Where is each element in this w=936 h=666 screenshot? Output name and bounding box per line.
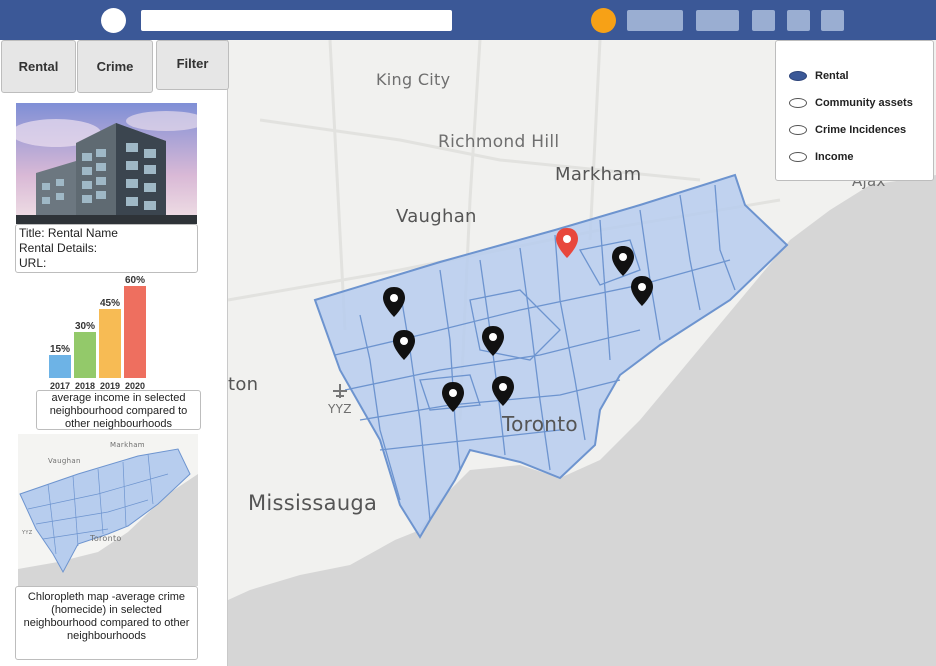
logo-icon[interactable] (101, 8, 126, 33)
legend-label: Crime Incidences (815, 124, 907, 136)
rental-info-box: Title: Rental Name Rental Details: URL: (15, 224, 198, 273)
value-label-2019: 45% (100, 298, 120, 309)
legend-item-community-assets[interactable]: Community assets (789, 95, 913, 111)
tab-label: Rental (18, 59, 59, 74)
airport-icon (333, 384, 347, 398)
bar-2018 (74, 332, 96, 378)
crime-map-caption: Chloropleth map -average crime (homecide… (15, 586, 198, 660)
rental-photo (16, 103, 197, 224)
nav-button-4[interactable] (787, 10, 810, 31)
tab-label: Filter (176, 56, 209, 71)
mini-label-markham: Markham (110, 441, 145, 449)
tab-label: Crime (96, 59, 134, 74)
nav-button-2[interactable] (696, 10, 739, 31)
map-label-vaughan: Vaughan (396, 206, 477, 227)
top-bar (0, 0, 936, 40)
value-label-2017: 15% (50, 344, 70, 355)
radio-crime-incidences[interactable] (789, 125, 807, 135)
radio-rental[interactable] (789, 71, 807, 81)
search-input[interactable] (141, 10, 452, 31)
radio-community-assets[interactable] (789, 98, 807, 108)
bar-2017 (49, 355, 71, 378)
legend-label: Income (815, 151, 854, 163)
app-window: King City Richmond Hill Markham Vaughan … (0, 0, 936, 666)
tab-rental[interactable]: Rental (1, 40, 76, 93)
legend-item-income[interactable]: Income (789, 149, 854, 165)
left-panel: Rental Crime Filter Title: Rental Name R… (0, 40, 229, 666)
map-label-markham: Markham (555, 164, 642, 185)
map-label-king-city: King City (376, 70, 451, 89)
rental-details: Rental Details: (19, 241, 98, 255)
map-label-mississauga: Mississauga (248, 491, 378, 515)
value-label-2020: 60% (125, 275, 145, 286)
map-label-richmond-hill: Richmond Hill (438, 132, 560, 152)
layer-legend: Rental Community assets Crime Incidences… (775, 40, 934, 181)
map-label-toronto: Toronto (502, 412, 578, 436)
nav-button-3[interactable] (752, 10, 775, 31)
radio-income[interactable] (789, 152, 807, 162)
rental-title: Title: Rental Name (19, 226, 118, 240)
value-label-2018: 30% (75, 321, 95, 332)
bar-2020 (124, 286, 146, 378)
mini-label-vaughan: Vaughan (48, 457, 81, 465)
nav-button-1[interactable] (627, 10, 683, 31)
crime-choropleth-thumbnail: Vaughan Markham Toronto YYZ (18, 434, 198, 586)
rental-url[interactable]: URL: (19, 256, 194, 271)
legend-item-crime-incidences[interactable]: Crime Incidences (789, 122, 906, 138)
map-label-airport: YYZ (328, 402, 352, 416)
map-label-brampton-fragment: ton (228, 374, 259, 395)
tab-filter[interactable]: Filter (156, 40, 229, 90)
mini-label-toronto: Toronto (90, 534, 122, 543)
legend-label: Rental (815, 70, 849, 82)
legend-item-rental[interactable]: Rental (789, 68, 849, 84)
income-chart-caption: average income in selected neighbourhood… (36, 390, 201, 430)
avatar[interactable] (591, 8, 616, 33)
income-bar-chart: 15%201730%201845%201960%2020 (49, 275, 146, 391)
mini-label-airport: YYZ (22, 530, 33, 536)
tab-crime[interactable]: Crime (77, 40, 153, 93)
legend-label: Community assets (815, 97, 913, 109)
nav-button-5[interactable] (821, 10, 844, 31)
bar-2019 (99, 309, 121, 378)
